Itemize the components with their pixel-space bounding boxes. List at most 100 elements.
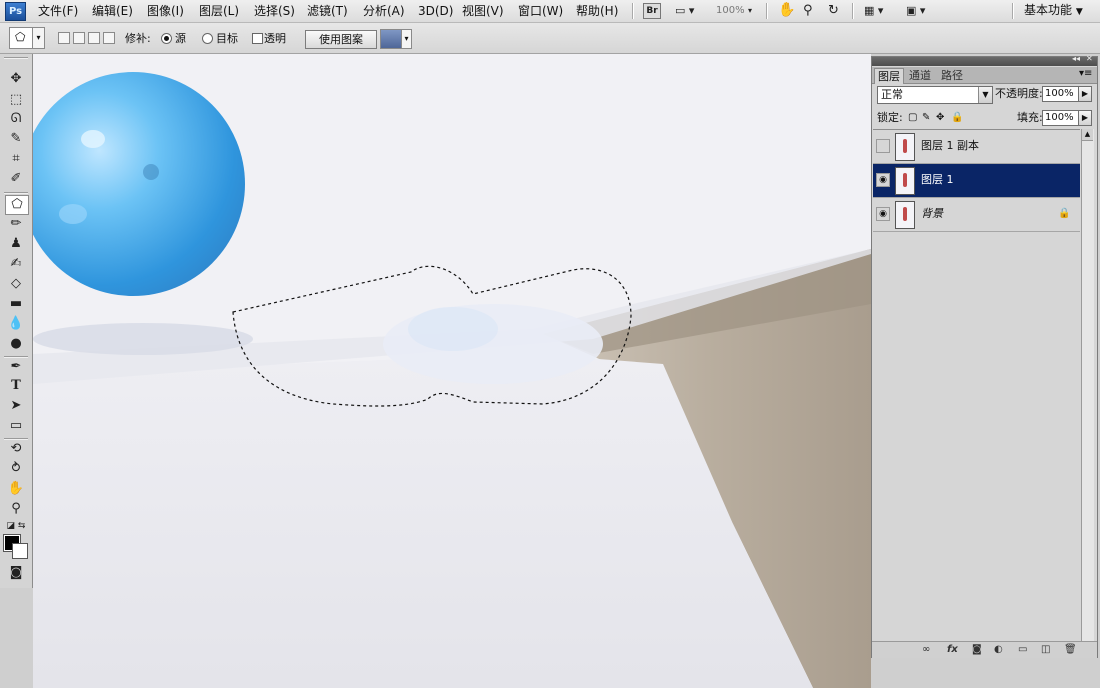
eyedropper-tool-icon[interactable]: ✐ (5, 170, 27, 188)
path-selection-tool-icon[interactable]: ➤ (5, 397, 27, 415)
swap-colors-icon[interactable]: ◪ ⇆ (5, 517, 27, 535)
eye-icon[interactable]: ◉ (876, 207, 890, 221)
layer-name: 图层 1 (921, 173, 954, 186)
menu-separator (1012, 3, 1014, 19)
tab-paths[interactable]: 路径 (938, 68, 966, 83)
lock-image-icon[interactable]: ✎ (922, 111, 930, 125)
layers-panel: ◂◂ ✕ 图层 通道 路径 ▾≡ 正常 ▼ 不透明度: 100% ▶ 锁定: ▢… (871, 54, 1098, 658)
trash-icon[interactable]: 🗑 (1064, 643, 1077, 657)
adjustment-layer-icon[interactable]: ◐ (994, 643, 1003, 657)
menu-select[interactable]: 选择(S) (254, 2, 295, 20)
menu-view[interactable]: 视图(V) (462, 2, 504, 20)
workspace-switcher[interactable]: 基本功能 ▼ (1024, 2, 1083, 21)
move-tool-icon[interactable]: ✥ (5, 70, 27, 88)
menu-3d[interactable]: 3D(D) (418, 2, 453, 20)
pen-tool-icon[interactable]: ✒ (5, 358, 27, 376)
pattern-dropdown-icon[interactable]: ▾ (401, 29, 412, 49)
screen-layout-button[interactable]: ▭ ▾ (675, 2, 694, 19)
add-mask-icon[interactable]: ◙ (972, 643, 982, 657)
document-canvas[interactable] (33, 54, 871, 688)
tab-channels[interactable]: 通道 (906, 68, 934, 83)
zoom-tool-icon[interactable]: ⚲ (5, 500, 27, 518)
menu-bar: Ps 文件(F) 编辑(E) 图像(I) 图层(L) 选择(S) 滤镜(T) 分… (0, 0, 1100, 23)
3d-orbit-tool-icon[interactable]: ⥁ (5, 460, 27, 478)
menu-image[interactable]: 图像(I) (147, 2, 184, 20)
layer-thumbnail (895, 167, 915, 195)
tool-preset-dropdown[interactable]: ▾ (32, 27, 45, 49)
lock-transparent-icon[interactable]: ▢ (908, 111, 917, 125)
zoom-dropdown-icon[interactable]: ▾ (748, 2, 752, 19)
source-radio[interactable] (161, 33, 172, 44)
rotate-view-icon[interactable]: ↻ (828, 2, 839, 19)
link-layers-icon[interactable]: ∞ (922, 643, 930, 657)
eraser-tool-icon[interactable]: ◇ (5, 275, 27, 293)
add-to-selection-button[interactable] (73, 32, 85, 44)
fill-slider-button[interactable]: ▶ (1078, 110, 1092, 126)
lasso-tool-icon[interactable]: ᘏ (5, 110, 27, 128)
menu-file[interactable]: 文件(F) (38, 2, 78, 20)
options-bar: ⬠ ▾ 修补: 源 目标 透明 使用图案 ▾ (0, 23, 1100, 54)
clone-stamp-tool-icon[interactable]: ♟ (5, 235, 27, 253)
opacity-label: 不透明度: (995, 87, 1043, 100)
brush-tool-icon[interactable]: ✏ (5, 215, 27, 233)
gradient-tool-icon[interactable]: ▬ (5, 295, 27, 313)
lock-position-icon[interactable]: ✥ (936, 111, 944, 125)
lock-all-icon[interactable]: 🔒 (951, 111, 963, 125)
menu-edit[interactable]: 编辑(E) (92, 2, 133, 20)
fill-field[interactable]: 100% (1042, 110, 1079, 126)
tab-layers[interactable]: 图层 (874, 68, 904, 84)
screen-mode-button[interactable]: ▣ ▾ (906, 2, 925, 19)
visibility-toggle[interactable]: ◉ (876, 139, 890, 153)
quick-selection-tool-icon[interactable]: ✎ (5, 130, 27, 148)
menu-filter[interactable]: 滤镜(T) (307, 2, 348, 20)
dodge-tool-icon[interactable]: ● (5, 335, 27, 353)
blur-tool-icon[interactable]: 💧 (5, 315, 27, 333)
type-tool-icon[interactable]: T (5, 377, 27, 395)
bridge-button[interactable]: Br (643, 3, 661, 19)
arrange-documents-button[interactable]: ▦ ▾ (864, 2, 883, 19)
new-selection-button[interactable] (58, 32, 70, 44)
collapse-panel-icon[interactable]: ◂◂ (1072, 54, 1080, 63)
panel-menu-icon[interactable]: ▾≡ (1079, 68, 1092, 79)
zoom-tool-icon[interactable]: ⚲ (803, 2, 813, 19)
new-layer-icon[interactable]: ◫ (1041, 643, 1050, 657)
close-panel-icon[interactable]: ✕ (1086, 54, 1093, 63)
blend-mode-select[interactable]: 正常 ▼ (877, 86, 993, 104)
hand-tool-icon[interactable]: ✋ (778, 2, 795, 19)
hand-tool-icon[interactable]: ✋ (5, 480, 27, 498)
scroll-up-icon[interactable]: ▲ (1082, 129, 1093, 141)
menu-window[interactable]: 窗口(W) (518, 2, 563, 20)
opacity-slider-button[interactable]: ▶ (1078, 86, 1092, 102)
subtract-selection-button[interactable] (88, 32, 100, 44)
chevron-down-icon: ▼ (1075, 7, 1083, 17)
history-brush-tool-icon[interactable]: ✍ (5, 255, 27, 273)
layer-row-background[interactable]: ◉ 背景 🔒 (873, 198, 1080, 232)
toolbox: ✥ ⬚ ᘏ ✎ ⌗ ✐ ⬠ ✏ ♟ ✍ ◇ ▬ 💧 ● ✒ T ➤ ▭ ⟲ ⥁ … (0, 54, 33, 588)
fx-icon[interactable]: fx (947, 643, 958, 657)
menu-analysis[interactable]: 分析(A) (363, 2, 405, 20)
layer-row-layer1[interactable]: ◉ 图层 1 (873, 164, 1080, 198)
intersect-selection-button[interactable] (103, 32, 115, 44)
layer-row-copy[interactable]: ◉ 图层 1 副本 (873, 130, 1080, 164)
tool-preset-picker[interactable]: ⬠ (9, 27, 33, 49)
background-color-swatch[interactable] (12, 543, 28, 559)
menu-help[interactable]: 帮助(H) (576, 2, 618, 20)
quick-mask-icon[interactable]: ◙ (5, 564, 27, 582)
panel-title-bar[interactable]: ◂◂ ✕ (872, 54, 1097, 66)
opacity-field[interactable]: 100% (1042, 86, 1079, 102)
eye-icon[interactable]: ◉ (876, 173, 890, 187)
shape-tool-icon[interactable]: ▭ (5, 417, 27, 435)
pattern-swatch[interactable] (380, 29, 402, 49)
zoom-level[interactable]: 100% (716, 2, 745, 19)
crop-tool-icon[interactable]: ⌗ (5, 150, 27, 168)
3d-rotate-tool-icon[interactable]: ⟲ (5, 440, 27, 458)
layer-name: 背景 (921, 207, 943, 220)
patch-tool-icon[interactable]: ⬠ (5, 195, 29, 215)
use-pattern-button[interactable]: 使用图案 (305, 30, 377, 49)
layer-list-scrollbar[interactable]: ▲ (1081, 129, 1094, 641)
destination-radio[interactable] (202, 33, 213, 44)
marquee-tool-icon[interactable]: ⬚ (5, 91, 27, 109)
transparent-checkbox[interactable] (252, 33, 263, 44)
menu-layer[interactable]: 图层(L) (199, 2, 239, 20)
new-group-icon[interactable]: ▭ (1018, 643, 1027, 657)
